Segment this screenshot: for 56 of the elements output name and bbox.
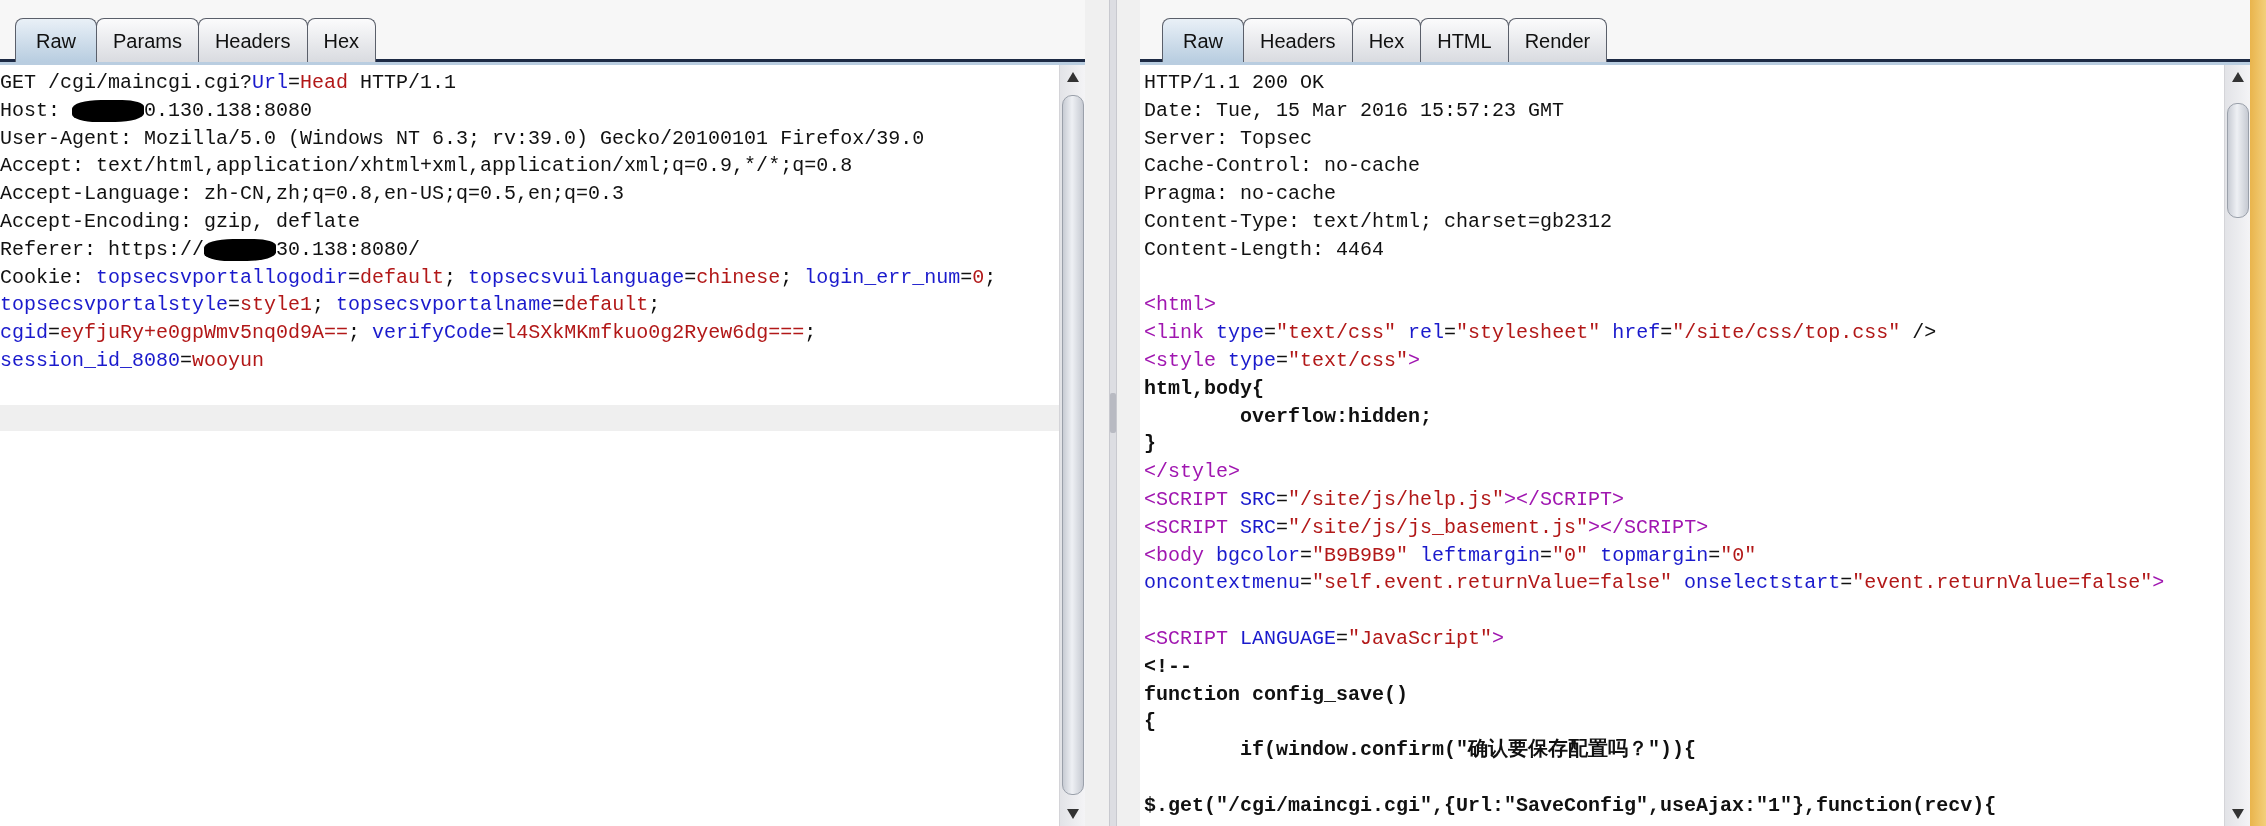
splitter[interactable] (1108, 0, 1117, 826)
code-line: <SCRIPT SRC="/site/js/help.js"></SCRIPT> (1144, 486, 1626, 513)
code-line: <body bgcolor="B9B9B9" leftmargin="0" topmargin="0" (1144, 542, 1758, 569)
code-text: 0.130.138:8080 (144, 98, 313, 122)
code-line: overflow:hidden; (1239, 403, 1434, 430)
scroll-up-icon[interactable] (1065, 71, 1080, 83)
code-line: Content-Length: 4464 (1144, 236, 1386, 263)
code-line: GET /cgi/maincgi.cgi?Url=Head HTTP/1.1 (0, 70, 458, 96)
code-line: <SCRIPT SRC="/site/js/js_basement.js"></SCRIPT> (1144, 514, 1710, 541)
code-line: Accept-Encoding: gzip, deflate (0, 209, 362, 235)
scrollbar[interactable] (1059, 65, 1085, 826)
code-line: <SCRIPT LANGUAGE="JavaScript"> (1144, 625, 1506, 652)
code-line: Accept-Language: zh-CN,zh;q=0.8,en-US;q=0.5,en;q=0.3 (0, 181, 626, 208)
tab[interactable]: Raw (1162, 18, 1244, 62)
code-line: Server: Topsec (1144, 125, 1314, 152)
scroll-down-icon[interactable] (1065, 808, 1080, 820)
code-line: if(window.confirm("确认要保存配置吗？")){ (1239, 737, 1698, 764)
tab[interactable]: Headers (1243, 18, 1353, 62)
tab[interactable]: Params (96, 18, 199, 62)
code-line: cgid=eyfjuRy+e0gpWmv5nq0d9A==; verifyCode=l4SXkMKmfkuo0g2Ryew6dg===; (0, 320, 818, 347)
code-line: Pragma: no-cache (1144, 181, 1338, 208)
code-line: <style type="text/css"> (1144, 347, 1422, 374)
code-line: HTTP/1.1 200 OK (1144, 70, 1326, 96)
code-line: <html> (1144, 292, 1217, 319)
tab[interactable]: Headers (197, 18, 308, 62)
code-line: </style> (1144, 459, 1241, 486)
code-text: Referer: https:// (0, 237, 205, 261)
code-line: { (1144, 709, 1157, 736)
code-line: Cookie: topsecsvportallogodir=default; topsecsvuilanguage=chinese; login_err_num=0; (0, 264, 998, 291)
code-line: topsecsvportalstyle=style1; topsecsvportalname=default; (0, 292, 662, 319)
code-line: Date: Tue, 15 Mar 2016 15:57:23 GMT (1144, 97, 1566, 124)
code-line: oncontextmenu="self.event.returnValue=false" onselectstart="event.returnValue=false"> (1144, 570, 2166, 597)
code-line: html,body{ (1144, 375, 1266, 402)
code-line: session_id_8080=wooyun (0, 347, 266, 374)
tab[interactable]: Hex (1351, 18, 1422, 62)
tab[interactable]: Raw (15, 18, 97, 62)
redaction-mark (72, 99, 144, 122)
tab[interactable]: Hex (306, 18, 377, 62)
code-line: User-Agent: Mozilla/5.0 (Windows NT 6.3; rv:39.0) Gecko/20100101 Firefox/39.0 (0, 125, 926, 152)
scrollbar-thumb[interactable] (1061, 95, 1084, 795)
code-line: <link type="text/css" rel="stylesheet" href="/site/css/top.css" /> (1144, 320, 1938, 347)
tab[interactable]: Render (1507, 18, 1608, 62)
tab[interactable]: HTML (1420, 18, 1509, 62)
code-text: Host: (0, 98, 61, 122)
scrollbar-thumb[interactable] (2226, 103, 2249, 218)
code-line: } (1144, 431, 1157, 458)
scrollbar[interactable] (2224, 65, 2250, 826)
code-line: $.get("/cgi/maincgi.cgi",{Url:"SaveConfig",useAjax:"1"},function(recv){ (1144, 792, 1998, 819)
code-line: Accept: text/html,application/xhtml+xml,application/xml;q=0.9,*/*;q=0.8 (0, 153, 854, 180)
code-text: 30.138:8080/ (276, 237, 421, 261)
code-line: Cache-Control: no-cache (1144, 153, 1422, 180)
scroll-down-icon[interactable] (2230, 808, 2245, 820)
code-line: Content-Type: text/html; charset=gb2312 (1144, 209, 1614, 235)
scroll-up-icon[interactable] (2230, 71, 2245, 83)
code-line: function config_save() (1144, 681, 1410, 708)
code-line: <!-- (1144, 653, 1193, 680)
